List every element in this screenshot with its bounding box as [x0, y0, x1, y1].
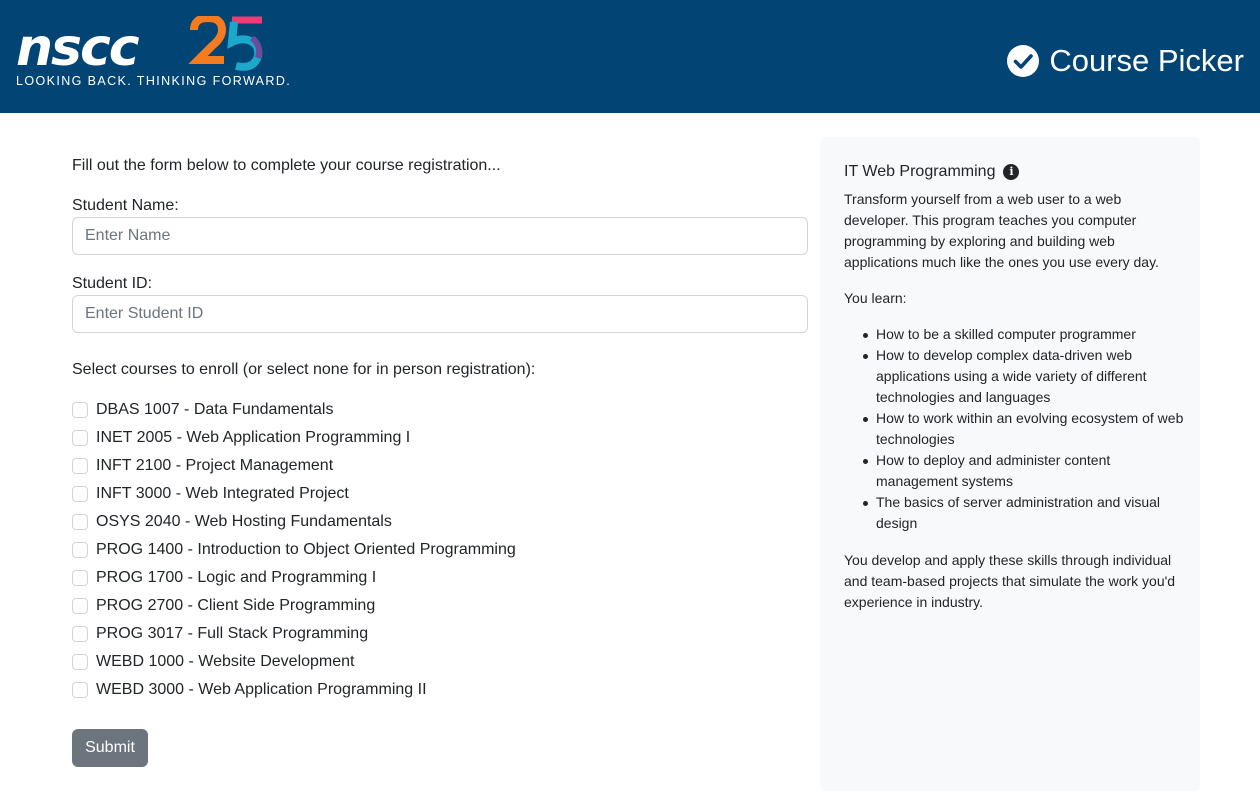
checkbox[interactable] [72, 430, 88, 446]
course-label: PROG 2700 - Client Side Programming [96, 597, 376, 614]
program-description: Transform yourself from a web user to a … [844, 191, 1159, 270]
student-id-input[interactable] [72, 295, 808, 333]
list-item: How to be a skilled computer programmer [862, 324, 1184, 345]
submit-button[interactable]: Submit [72, 729, 148, 767]
student-id-label: Student ID: [72, 275, 153, 292]
course-label: INFT 3000 - Web Integrated Project [96, 485, 349, 502]
list-item: How to work within an evolving ecosystem… [862, 408, 1184, 450]
checkbox[interactable] [72, 570, 88, 586]
course-option-inft-3000[interactable]: INFT 3000 - Web Integrated Project [72, 484, 349, 504]
program-outro: You develop and apply these skills throu… [844, 552, 1176, 610]
checkbox[interactable] [72, 542, 88, 558]
course-option-inft-2100[interactable]: INFT 2100 - Project Management [72, 456, 333, 476]
program-info-panel: IT Web Programming i Transform yourself … [820, 137, 1200, 791]
course-label: INFT 2100 - Project Management [96, 457, 334, 474]
logo-wordmark: nscc [16, 18, 140, 78]
logo-tagline: LOOKING BACK. THINKING FORWARD. [16, 74, 292, 88]
checkbox[interactable] [72, 402, 88, 418]
checkbox[interactable] [72, 514, 88, 530]
checkbox[interactable] [72, 598, 88, 614]
course-label: PROG 3017 - Full Stack Programming [96, 625, 369, 642]
course-label: PROG 1400 - Introduction to Object Orien… [96, 541, 516, 558]
course-option-inet-2005[interactable]: INET 2005 - Web Application Programming … [72, 428, 410, 448]
checkbox[interactable] [72, 626, 88, 642]
course-option-osys-2040[interactable]: OSYS 2040 - Web Hosting Fundamentals [72, 512, 392, 532]
program-title: IT Web Programming i [844, 161, 1184, 183]
student-name-input[interactable] [72, 217, 808, 255]
course-option-prog-1700[interactable]: PROG 1700 - Logic and Programming I [72, 568, 376, 588]
course-option-prog-2700[interactable]: PROG 2700 - Client Side Programming [72, 596, 375, 616]
site-header: nscc LOOKING BACK. THINKING FORWARD. Cou… [0, 0, 1260, 113]
checkbox[interactable] [72, 458, 88, 474]
courses-label: Select courses to enroll (or select none… [72, 361, 536, 378]
list-item: How to deploy and administer content man… [862, 450, 1184, 492]
checkbox[interactable] [72, 682, 88, 698]
learn-heading: You learn: [844, 290, 907, 306]
course-label: DBAS 1007 - Data Fundamentals [96, 401, 334, 418]
checkbox[interactable] [72, 654, 88, 670]
info-icon[interactable]: i [1003, 164, 1020, 180]
course-label: WEBD 3000 - Web Application Programming … [96, 681, 427, 698]
list-item: How to develop complex data-driven web a… [862, 345, 1184, 408]
course-option-prog-3017[interactable]: PROG 3017 - Full Stack Programming [72, 624, 368, 644]
program-title-text: IT Web Programming [844, 163, 996, 180]
course-option-webd-3000[interactable]: WEBD 3000 - Web Application Programming … [72, 680, 427, 700]
list-item: The basics of server administration and … [862, 492, 1184, 534]
course-option-prog-1400[interactable]: PROG 1400 - Introduction to Object Orien… [72, 540, 516, 560]
course-option-dbas-1007[interactable]: DBAS 1007 - Data Fundamentals [72, 400, 333, 420]
course-option-webd-1000[interactable]: WEBD 1000 - Website Development [72, 652, 354, 672]
app-title: Course Picker [1049, 43, 1244, 78]
learn-list: How to be a skilled computer programmer … [844, 324, 1184, 534]
check-circle-icon [1007, 45, 1040, 77]
course-label: WEBD 1000 - Website Development [96, 653, 355, 670]
anniversary-25-logo [188, 16, 263, 71]
student-name-label: Student Name: [72, 197, 179, 214]
app-title-group: Course Picker [1007, 42, 1244, 80]
form-intro: Fill out the form below to complete your… [72, 157, 501, 174]
nscc-logo[interactable]: nscc LOOKING BACK. THINKING FORWARD. [16, 14, 290, 94]
checkbox[interactable] [72, 486, 88, 502]
course-label: OSYS 2040 - Web Hosting Fundamentals [96, 513, 392, 530]
course-label: PROG 1700 - Logic and Programming I [96, 569, 377, 586]
course-label: INET 2005 - Web Application Programming … [96, 429, 411, 446]
